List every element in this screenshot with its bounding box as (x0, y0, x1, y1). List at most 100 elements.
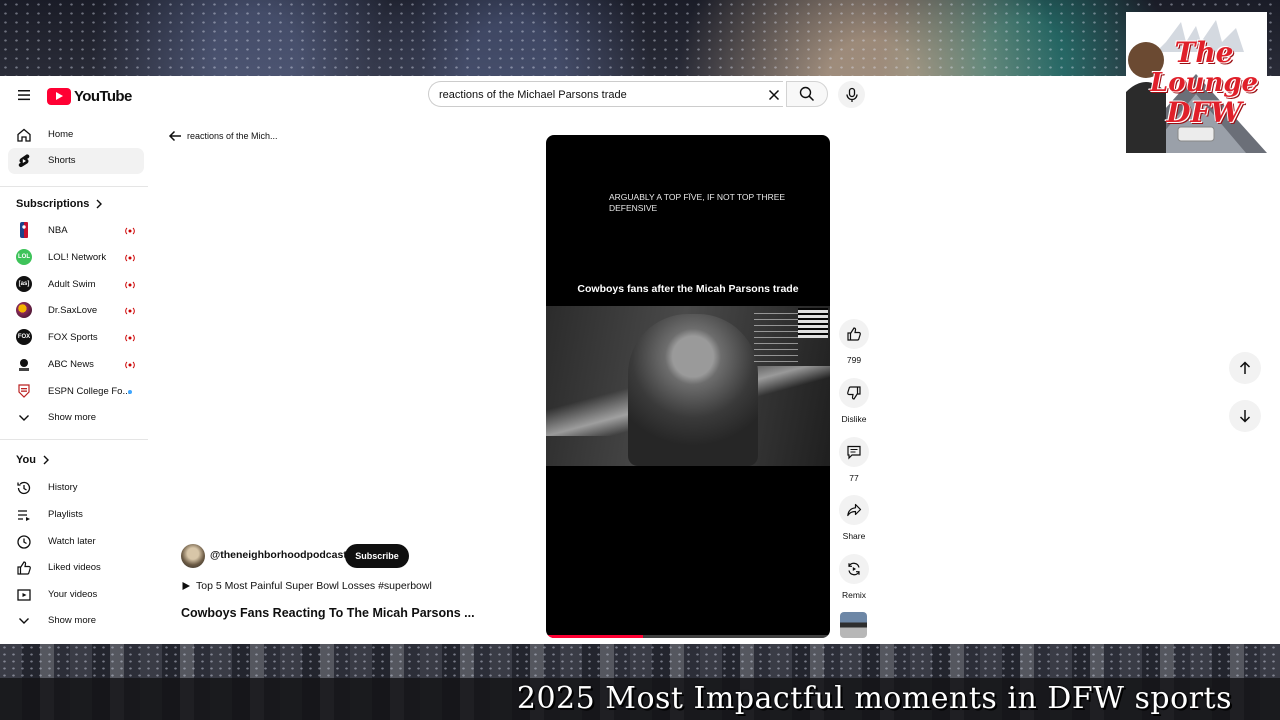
subscription-lol-network[interactable]: LOL LOL! Network (8, 245, 144, 271)
remix-button[interactable]: Remix (838, 554, 870, 600)
next-short-button[interactable] (1229, 400, 1261, 432)
sidebar-item-your-videos[interactable]: Your videos (8, 582, 144, 608)
your-videos-icon (17, 589, 31, 601)
sidebar-item-playlists[interactable]: Playlists (8, 502, 144, 528)
sidebar-divider (0, 439, 148, 440)
subscription-label: LOL! Network (48, 252, 107, 263)
subscription-abc-news[interactable]: ABC News (8, 352, 144, 378)
espn-shield-icon (18, 384, 30, 398)
show-more-you[interactable]: Show more (8, 608, 144, 634)
adult-swim-avatar: [as] (16, 276, 32, 292)
previous-short-button[interactable] (1229, 352, 1261, 384)
share-circle (839, 495, 869, 525)
channel-handle[interactable]: @theneighborhoodpodcast (210, 549, 347, 561)
nba-logo-icon (20, 222, 28, 238)
subscription-adult-swim[interactable]: [as] Adult Swim (8, 272, 144, 298)
hamburger-icon (18, 90, 30, 101)
sidebar-item-label: Your videos (48, 589, 98, 600)
search-icon (799, 86, 815, 102)
sidebar-item-label: Watch later (48, 536, 96, 547)
nba-avatar (16, 222, 32, 238)
comments-circle (839, 437, 869, 467)
logo-line-2: Lounge (1149, 68, 1259, 98)
guide-menu-button[interactable] (10, 81, 38, 109)
clear-search-button[interactable] (764, 85, 784, 105)
comments-button[interactable]: 77 (838, 437, 870, 483)
back-button[interactable] (166, 127, 184, 145)
subscription-espn-college-football[interactable]: ESPN College Fo... (8, 379, 144, 405)
share-button[interactable]: Share (838, 495, 870, 541)
sidebar-divider (0, 186, 148, 187)
shorts-icon (18, 154, 30, 168)
remix-circle (839, 554, 869, 584)
playlists-icon (18, 510, 30, 521)
show-more-label: Show more (48, 412, 97, 423)
comment-count: 77 (849, 473, 859, 483)
chevron-down-icon (19, 618, 29, 624)
subscription-drsaxlove[interactable]: Dr.SaxLove (8, 298, 144, 324)
sidebar: Home Shorts Subscriptions NBA LOL LOL! N… (0, 114, 150, 644)
sidebar-item-watch-later[interactable]: Watch later (8, 529, 144, 555)
streamer-figure (628, 314, 758, 466)
thumbs-down-icon (847, 386, 861, 400)
video-progress-fill (546, 635, 643, 638)
shorts-player[interactable]: ARGUABLY A TOP FÏVE, IF NOT TOP THREE DE… (546, 135, 830, 638)
voice-search-button[interactable] (838, 81, 865, 108)
dislike-button[interactable]: Dislike (838, 378, 870, 424)
video-title-overlay: Cowboys fans after the Micah Parsons tra… (577, 283, 799, 295)
subscribe-button[interactable]: Subscribe (345, 544, 409, 568)
subscription-label: ABC News (48, 359, 94, 370)
logo-line-1: The (1174, 36, 1234, 69)
like-count: 799 (846, 355, 862, 365)
youtube-wordmark: YouTube (74, 87, 132, 105)
sidebar-item-liked-videos[interactable]: Liked videos (8, 555, 144, 581)
subscriptions-heading[interactable]: Subscriptions (16, 198, 103, 210)
search-input[interactable] (439, 86, 739, 103)
you-heading[interactable]: You (16, 454, 50, 466)
fox-sports-avatar: FOX (16, 329, 32, 345)
live-icon (125, 334, 135, 342)
show-more-subscriptions[interactable]: Show more (8, 405, 144, 431)
subscription-fox-sports[interactable]: FOX FOX Sports (8, 325, 144, 351)
chevron-down-icon (19, 415, 29, 421)
linked-video-link[interactable]: Top 5 Most Painful Super Bowl Losses #su… (181, 580, 432, 592)
subscription-nba[interactable]: NBA (8, 218, 144, 244)
remix-icon (848, 562, 860, 576)
like-circle (839, 319, 869, 349)
sidebar-item-shorts[interactable]: Shorts (8, 148, 144, 174)
the-lounge-dfw-logo: The Lounge DFW (1126, 12, 1267, 153)
dislike-circle (839, 378, 869, 408)
microphone-icon (845, 87, 858, 102)
abc-news-logo-icon (19, 359, 29, 371)
subscriptions-heading-label: Subscriptions (16, 198, 90, 210)
channel-avatar[interactable] (181, 544, 205, 568)
video-frame (546, 306, 830, 466)
live-icon (125, 361, 135, 369)
home-icon (17, 128, 31, 142)
video-caption-text: ARGUABLY A TOP FÏVE, IF NOT TOP THREE DE… (609, 192, 786, 213)
youtube-window: YouTube reactions of the Michael Parsons… (0, 76, 1280, 644)
search-box (428, 81, 783, 107)
caption-text: 2025 Most Impactful moments in DFW sport… (516, 681, 1232, 716)
close-icon (768, 89, 780, 101)
share-icon (847, 503, 862, 517)
search-button[interactable] (786, 81, 828, 107)
search-query-label: reactions of the Mich... (187, 131, 278, 141)
comment-icon (847, 445, 861, 460)
share-label: Share (842, 531, 866, 541)
sidebar-item-label: Shorts (48, 155, 76, 166)
sidebar-item-history[interactable]: History (8, 475, 144, 501)
video-progress-bar[interactable] (546, 635, 830, 638)
sidebar-item-label: Liked videos (48, 562, 101, 573)
dislike-label: Dislike (841, 414, 867, 424)
remix-label: Remix (841, 590, 867, 600)
youtube-logo[interactable]: YouTube (47, 87, 132, 105)
subscription-label: NBA (48, 225, 68, 236)
subscription-label: Dr.SaxLove (48, 305, 98, 316)
sound-thumbnail[interactable] (840, 612, 867, 638)
live-icon (125, 307, 135, 315)
like-button[interactable]: 799 (838, 319, 870, 365)
short-title[interactable]: Cowboys Fans Reacting To The Micah Parso… (181, 606, 481, 620)
arrow-down-icon (1239, 410, 1251, 423)
sidebar-item-home[interactable]: Home (8, 122, 144, 148)
